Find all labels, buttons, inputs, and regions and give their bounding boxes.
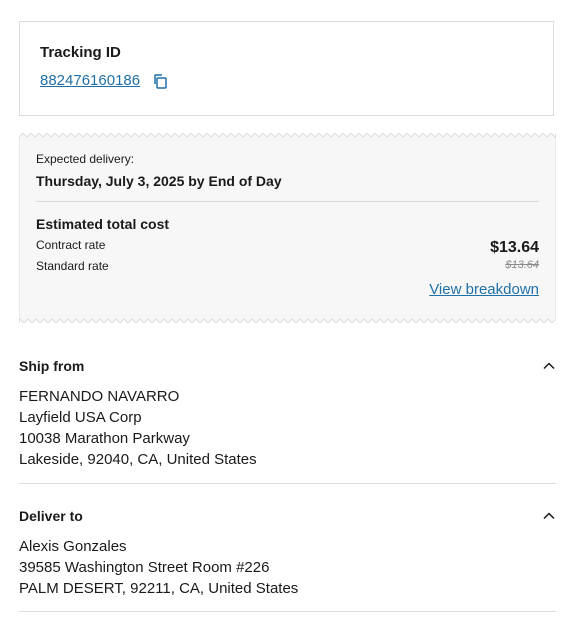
divider [36, 201, 539, 202]
ship-from-company: Layfield USA Corp [19, 409, 142, 426]
contract-rate-label: Contract rate [36, 238, 106, 252]
ship-from-section: Ship from FERNANDO NAVARRO Layfield USA … [19, 356, 556, 470]
ship-from-name: FERNANDO NAVARRO [19, 388, 180, 405]
ship-from-title: Ship from [19, 358, 85, 374]
contract-rate-price: $13.64 [490, 239, 539, 256]
deliver-to-address: Alexis Gonzales 39585 Washington Street … [19, 536, 556, 599]
deliver-to-section: Deliver to Alexis Gonzales 39585 Washing… [19, 506, 556, 599]
deliver-to-city: PALM DESERT, 92211, CA, United States [19, 580, 299, 597]
tracking-id-link[interactable]: 882476160186 [40, 72, 140, 89]
ship-from-header[interactable]: Ship from [19, 356, 556, 376]
estimated-cost-title: Estimated total cost [36, 216, 170, 232]
chevron-up-icon[interactable] [542, 359, 556, 373]
delivery-cost-panel: Expected delivery: Thursday, July 3, 202… [19, 133, 556, 323]
deliver-to-street: 39585 Washington Street Room #226 [19, 559, 270, 576]
tracking-card: Tracking ID 882476160186 [19, 21, 554, 116]
standard-rate-price: $13.64 [505, 259, 539, 271]
standard-rate-label: Standard rate [36, 259, 109, 273]
deliver-to-title: Deliver to [19, 508, 83, 524]
tracking-title: Tracking ID [40, 44, 121, 61]
section-divider [19, 483, 556, 484]
ship-from-city: Lakeside, 92040, CA, United States [19, 451, 257, 468]
deliver-to-header[interactable]: Deliver to [19, 506, 556, 526]
section-divider [19, 611, 556, 612]
view-breakdown-link[interactable]: View breakdown [429, 281, 539, 298]
chevron-up-icon[interactable] [542, 509, 556, 523]
copy-icon[interactable] [152, 73, 168, 89]
expected-delivery-label: Expected delivery: [36, 152, 135, 166]
deliver-to-name: Alexis Gonzales [19, 538, 127, 555]
ship-from-address: FERNANDO NAVARRO Layfield USA Corp 10038… [19, 386, 556, 470]
ship-from-street: 10038 Marathon Parkway [19, 430, 190, 447]
tracking-row: 882476160186 [40, 72, 168, 89]
expected-delivery-date: Thursday, July 3, 2025 by End of Day [36, 173, 282, 189]
